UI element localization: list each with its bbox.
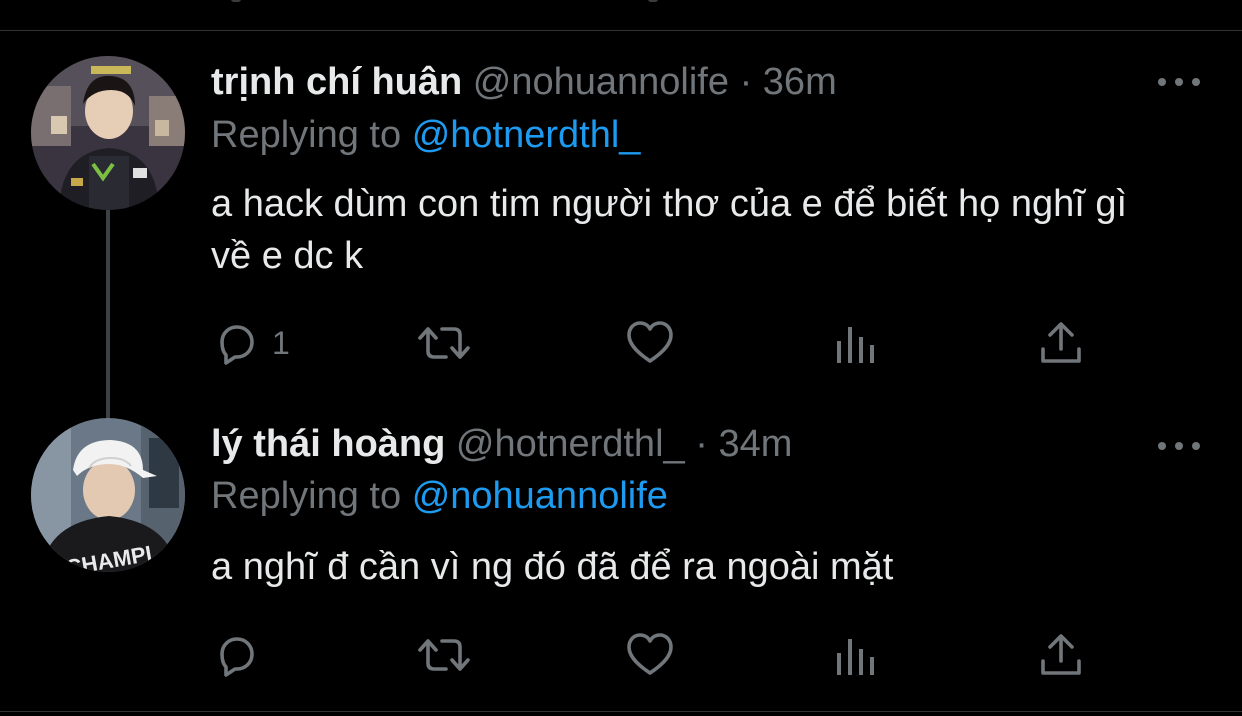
- display-name[interactable]: lý thái hoàng: [211, 423, 445, 465]
- share-icon: [1041, 322, 1081, 363]
- like-button[interactable]: [625, 318, 675, 368]
- replying-to-label: Replying to: [211, 114, 402, 156]
- timestamp[interactable]: 36m: [763, 61, 837, 103]
- retweet-button[interactable]: [416, 318, 472, 368]
- action-bar: [0, 630, 1242, 680]
- retweet-button[interactable]: [416, 630, 472, 680]
- tweet-header: trịnh chí huân @nohuannolife · 36m: [211, 57, 837, 107]
- share-button[interactable]: [1038, 630, 1084, 680]
- reply-icon: [220, 637, 254, 677]
- reply-button[interactable]: 1: [212, 318, 290, 368]
- tweet-header: lý thái hoàng @hotnerdthl_ · 34m: [211, 419, 792, 469]
- tweet-text: a hack dùm con tim người thơ của e để bi…: [211, 183, 1128, 277]
- tweet-text: a nghĩ đ cần vì ng đó đã để ra ngoài mặt: [211, 546, 894, 588]
- display-name[interactable]: trịnh chí huân: [211, 61, 462, 103]
- mention-link[interactable]: @nohuannolife: [412, 475, 668, 517]
- divider: [0, 30, 1242, 31]
- replying-to-label: Replying to: [211, 475, 402, 517]
- thread-connector-line: [106, 210, 110, 420]
- analytics-button[interactable]: [834, 318, 878, 368]
- mention-link[interactable]: @hotnerdthl_: [412, 114, 641, 156]
- avatar[interactable]: CHAMPI: [31, 418, 185, 572]
- previous-tweet-action-stub: [231, 0, 241, 2]
- handle[interactable]: @nohuannolife: [473, 61, 729, 103]
- action-bar: 1: [0, 318, 1242, 368]
- analytics-button[interactable]: [834, 630, 878, 680]
- avatar[interactable]: [31, 56, 185, 210]
- reply-icon: [220, 325, 254, 365]
- timestamp[interactable]: 34m: [718, 423, 792, 465]
- share-icon: [1041, 634, 1081, 675]
- separator: ·: [739, 61, 753, 103]
- analytics-icon: [837, 639, 874, 675]
- divider: [0, 711, 1242, 712]
- analytics-icon: [837, 327, 874, 363]
- handle[interactable]: @hotnerdthl_: [456, 423, 685, 465]
- more-icon[interactable]: [1158, 72, 1200, 92]
- like-icon: [627, 321, 673, 363]
- previous-tweet-action-stub: [648, 0, 658, 2]
- separator: ·: [695, 423, 708, 465]
- more-icon[interactable]: [1158, 436, 1200, 456]
- reply-count: 1: [272, 324, 290, 361]
- like-icon: [627, 633, 673, 675]
- reply-button[interactable]: [212, 630, 272, 680]
- retweet-icon: [418, 327, 470, 359]
- share-button[interactable]: [1038, 318, 1084, 368]
- like-button[interactable]: [625, 630, 675, 680]
- replying-to: Replying to @hotnerdthl_: [211, 110, 640, 160]
- replying-to: Replying to @nohuannolife: [211, 471, 668, 521]
- retweet-icon: [418, 639, 470, 671]
